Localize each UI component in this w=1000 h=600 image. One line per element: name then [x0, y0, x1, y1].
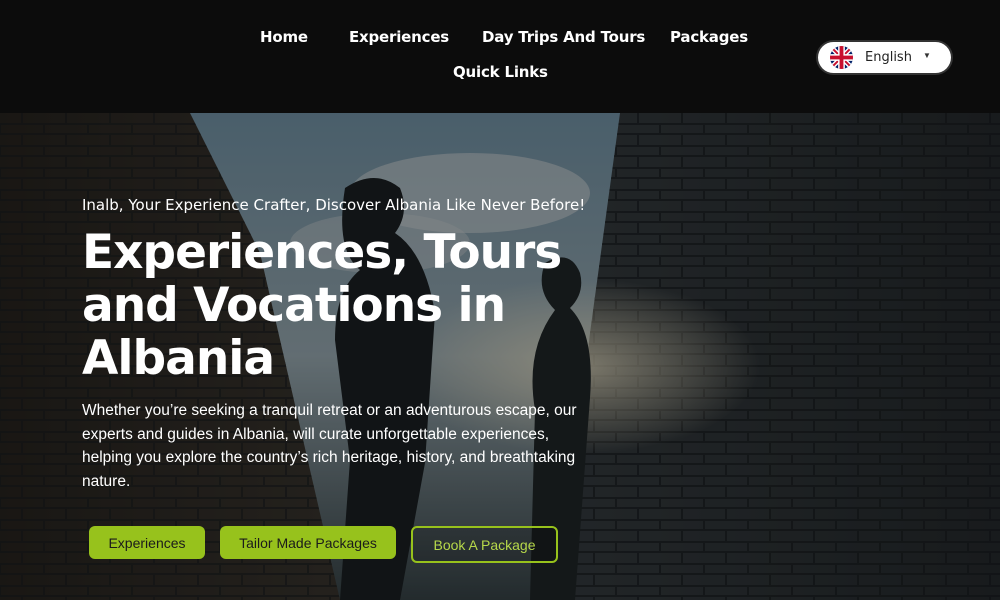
- hero-headline: Experiences, Tours and Vocations in Alba…: [82, 225, 562, 386]
- hero-description: Whether you’re seeking a tranquil retrea…: [82, 402, 577, 490]
- nav-item-home[interactable]: Home: [260, 28, 308, 46]
- language-label: English: [865, 50, 912, 65]
- nav-item-packages[interactable]: Packages: [670, 28, 748, 46]
- book-package-button[interactable]: Book A Package: [411, 526, 558, 563]
- nav-item-day-trips[interactable]: Day Trips And Tours: [482, 28, 645, 46]
- nav-item-experiences[interactable]: Experiences: [349, 28, 449, 46]
- nav-item-quick-links[interactable]: Quick Links: [453, 63, 548, 81]
- site-header: Home Experiences Day Trips And Tours Pac…: [0, 0, 1000, 113]
- chevron-down-icon: ▼: [923, 51, 931, 60]
- tailor-made-packages-button[interactable]: Tailor Made Packages: [220, 526, 396, 559]
- hero-tagline: Inalb, Your Experience Crafter, Discover…: [82, 196, 586, 214]
- experiences-button[interactable]: Experiences: [89, 526, 205, 559]
- uk-flag-icon: [830, 46, 853, 69]
- language-selector[interactable]: English ▼: [818, 42, 951, 73]
